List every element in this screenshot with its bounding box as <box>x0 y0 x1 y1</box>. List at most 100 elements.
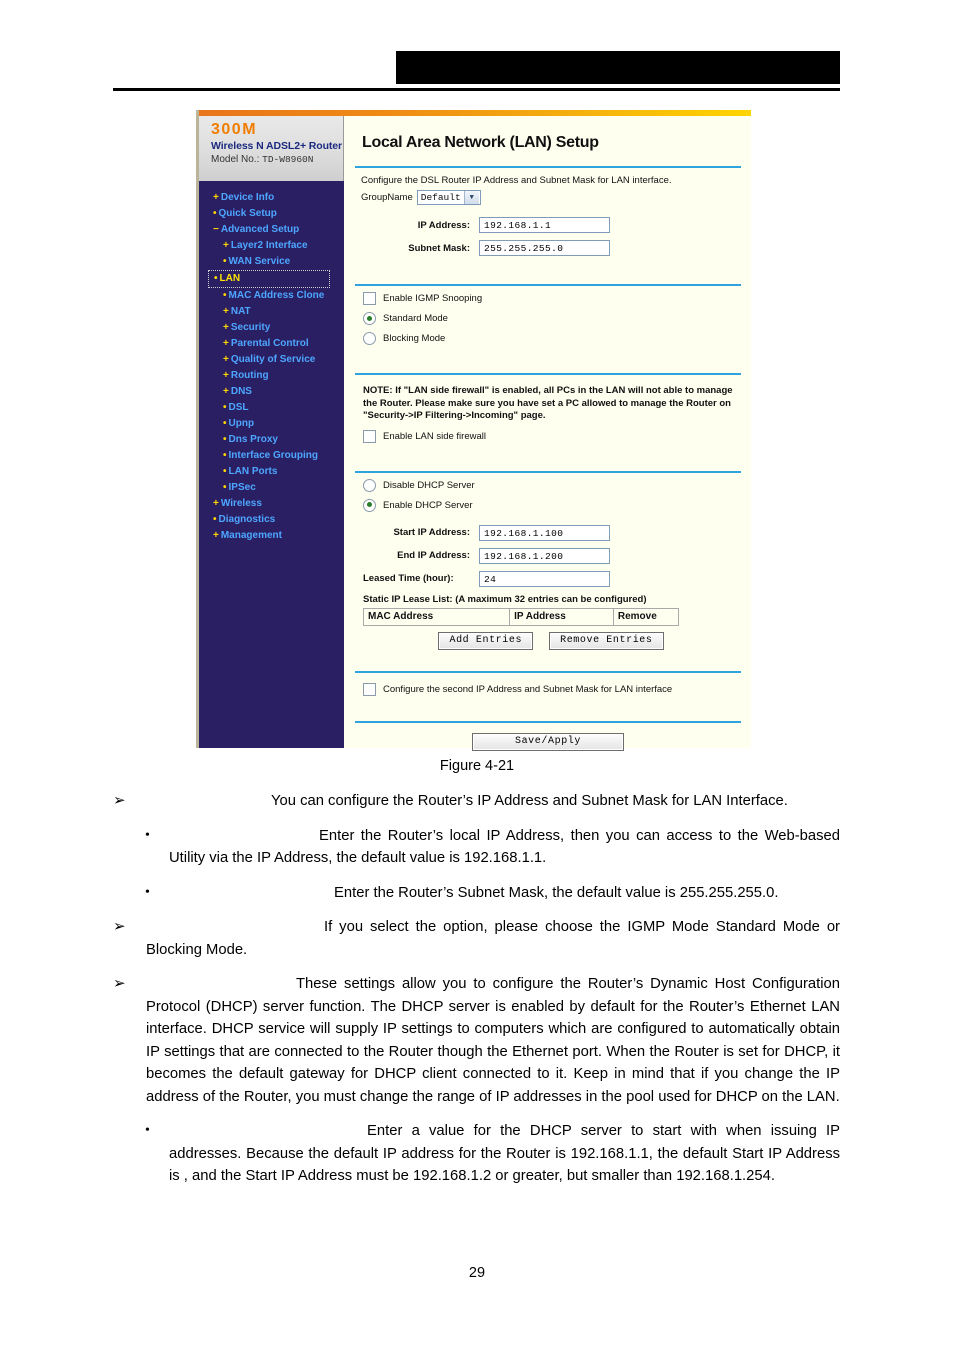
subnet-mask-label: Subnet Mask: <box>408 242 470 254</box>
add-entries-button[interactable]: Add Entries <box>438 631 534 650</box>
expand-icon: + <box>223 354 229 365</box>
figure-caption: Figure 4-21 <box>439 758 515 774</box>
enable-dhcp-radio[interactable] <box>363 498 376 512</box>
disable-dhcp-label: Disable DHCP Server <box>383 479 475 491</box>
body-paragraph-text: Enter a value for the DHCP server to sta… <box>169 1123 840 1184</box>
body-paragraph-text: You can configure the Router’s IP Addres… <box>271 793 788 809</box>
dot-bullet-icon: • <box>145 827 150 843</box>
sidebar-item-label: Parental Control <box>230 338 309 349</box>
second-ip-row[interactable]: Configure the second IP Address and Subn… <box>363 682 741 696</box>
leased-time-label: Leased Time (hour): <box>363 573 454 584</box>
start-ip-row: Start IP Address: 192.168.1.100 <box>361 524 741 541</box>
standard-mode-row[interactable]: Standard Mode <box>363 312 741 325</box>
sidebar-item-nat[interactable]: + NAT <box>199 304 344 320</box>
lease-list-caption: Static IP Lease List: (A maximum 32 entr… <box>363 593 647 605</box>
sidebar-item-wan-service[interactable]: • WAN Service <box>199 254 344 270</box>
sidebar-item-label: Advanced Setup <box>220 224 300 235</box>
table-header-row: MAC Address IP Address Remove <box>362 607 680 626</box>
save-row: Save/Apply <box>355 732 741 751</box>
sidebar-item-dns[interactable]: + DNS <box>199 384 344 400</box>
sidebar-item-quick-setup[interactable]: • Quick Setup <box>199 206 344 222</box>
leased-time-row: Leased Time (hour): 24 <box>361 570 741 587</box>
enable-dhcp-row[interactable]: Enable DHCP Server <box>363 498 741 512</box>
body-paragraph: ➢ If you select the option, please choose… <box>113 916 840 961</box>
dhcp-section: Disable DHCP Server Enable DHCP Server S… <box>355 473 741 658</box>
sidebar-item-device-info[interactable]: + Device Info <box>199 190 344 206</box>
sidebar-item-advanced-setup[interactable]: − Advanced Setup <box>199 222 344 238</box>
sidebar-item-lan[interactable]: • LAN <box>208 270 330 288</box>
arrow-bullet-icon: ➢ <box>113 793 126 809</box>
blocking-mode-radio[interactable] <box>363 332 376 345</box>
sidebar-item-quality-of-service[interactable]: + Quality of Service <box>199 352 344 368</box>
column-header-remove: Remove <box>612 607 680 626</box>
save-apply-button[interactable]: Save/Apply <box>471 732 624 751</box>
igmp-snooping-row[interactable]: Enable IGMP Snooping <box>363 292 741 305</box>
chevron-down-icon: ▼ <box>463 191 479 204</box>
lan-firewall-row[interactable]: Enable LAN side firewall <box>363 429 741 443</box>
body-paragraph: • Enter the Router’s local IP Address, th… <box>113 825 840 870</box>
end-ip-input[interactable]: 192.168.1.200 <box>479 547 610 564</box>
groupname-value: Default <box>420 192 461 203</box>
sidebar-item-parental-control[interactable]: + Parental Control <box>199 336 344 352</box>
dot-bullet-icon: • <box>145 884 150 900</box>
sidebar-item-label: Diagnostics <box>218 514 276 525</box>
sidebar-item-interface-grouping[interactable]: • Interface Grouping <box>199 448 344 464</box>
column-header-ip-address: IP Address <box>509 607 614 626</box>
blocking-mode-row[interactable]: Blocking Mode <box>363 332 741 345</box>
sidebar-item-label: Layer2 Interface <box>230 240 308 251</box>
start-ip-input[interactable]: 192.168.1.100 <box>479 524 610 541</box>
sidebar-item-label: Quick Setup <box>218 208 277 219</box>
sidebar-item-label: MAC Address Clone <box>228 290 325 301</box>
collapse-icon: − <box>213 224 219 235</box>
sidebar-item-layer2-interface[interactable]: + Layer2 Interface <box>199 238 344 254</box>
second-ip-label: Configure the second IP Address and Subn… <box>383 683 673 695</box>
sidebar-item-lan-ports[interactable]: • LAN Ports <box>199 464 344 480</box>
body-paragraph: • Enter the Router’s Subnet Mask, the def… <box>113 882 840 905</box>
sidebar-item-dns-proxy[interactable]: • Dns Proxy <box>199 432 344 448</box>
subnet-mask-input[interactable]: 255.255.255.0 <box>479 240 610 256</box>
column-header-mac-address: MAC Address <box>362 607 511 626</box>
leased-time-input[interactable]: 24 <box>479 570 610 587</box>
sidebar-item-upnp[interactable]: • Upnp <box>199 416 344 432</box>
end-ip-label: End IP Address: <box>397 550 470 561</box>
sidebar-item-label: DSL <box>228 402 249 413</box>
standard-mode-radio[interactable] <box>363 312 376 325</box>
groupname-label: GroupName <box>361 192 413 203</box>
sidebar-item-routing[interactable]: + Routing <box>199 368 344 384</box>
igmp-snooping-checkbox[interactable] <box>363 292 376 305</box>
lan-firewall-checkbox[interactable] <box>363 429 376 443</box>
sidebar-item-wireless[interactable]: + Wireless <box>199 496 344 512</box>
bullet-icon: • <box>213 208 217 219</box>
sidebar-item-dsl[interactable]: • DSL <box>199 400 344 416</box>
sidebar-item-label: Upnp <box>228 418 255 429</box>
sidebar-item-label: Security <box>230 322 271 333</box>
disable-dhcp-row[interactable]: Disable DHCP Server <box>363 478 741 492</box>
body-paragraph: • Enter a value for the DHCP server to st… <box>113 1120 840 1188</box>
bullet-icon: • <box>223 402 227 413</box>
groupname-row: GroupName Default ▼ <box>361 190 741 205</box>
igmp-section: Enable IGMP Snooping Standard Mode Block… <box>355 286 741 360</box>
sidebar-item-ipsec[interactable]: • IPSec <box>199 480 344 496</box>
expand-icon: + <box>223 370 229 381</box>
sidebar-item-mac-address-clone[interactable]: • MAC Address Clone <box>199 288 344 304</box>
firewall-note: NOTE: If "LAN side firewall" is enabled,… <box>363 385 733 421</box>
disable-dhcp-radio[interactable] <box>363 478 376 492</box>
end-ip-row: End IP Address: 192.168.1.200 <box>361 547 741 564</box>
sidebar-item-management[interactable]: + Management <box>199 528 344 544</box>
groupname-select[interactable]: Default ▼ <box>416 190 481 205</box>
lan-config-section: Configure the DSL Router IP Address and … <box>355 168 741 271</box>
remove-entries-button[interactable]: Remove Entries <box>549 631 664 650</box>
body-paragraph-text: Enter the Router’s local IP Address, the… <box>169 827 840 867</box>
header-divider <box>113 88 840 91</box>
sidebar-item-security[interactable]: + Security <box>199 320 344 336</box>
sidebar-item-diagnostics[interactable]: • Diagnostics <box>199 512 344 528</box>
expand-icon: + <box>223 240 229 251</box>
second-ip-checkbox[interactable] <box>363 682 376 696</box>
ip-address-input[interactable]: 192.168.1.1 <box>479 217 610 233</box>
page-title: Local Area Network (LAN) Setup <box>362 134 599 151</box>
bullet-icon: • <box>223 466 227 477</box>
arrow-bullet-icon: ➢ <box>113 919 126 935</box>
brand-model-value: TD-W8960N <box>262 154 314 165</box>
dot-bullet-icon: • <box>145 1123 150 1138</box>
sidebar-item-label: NAT <box>230 306 251 317</box>
